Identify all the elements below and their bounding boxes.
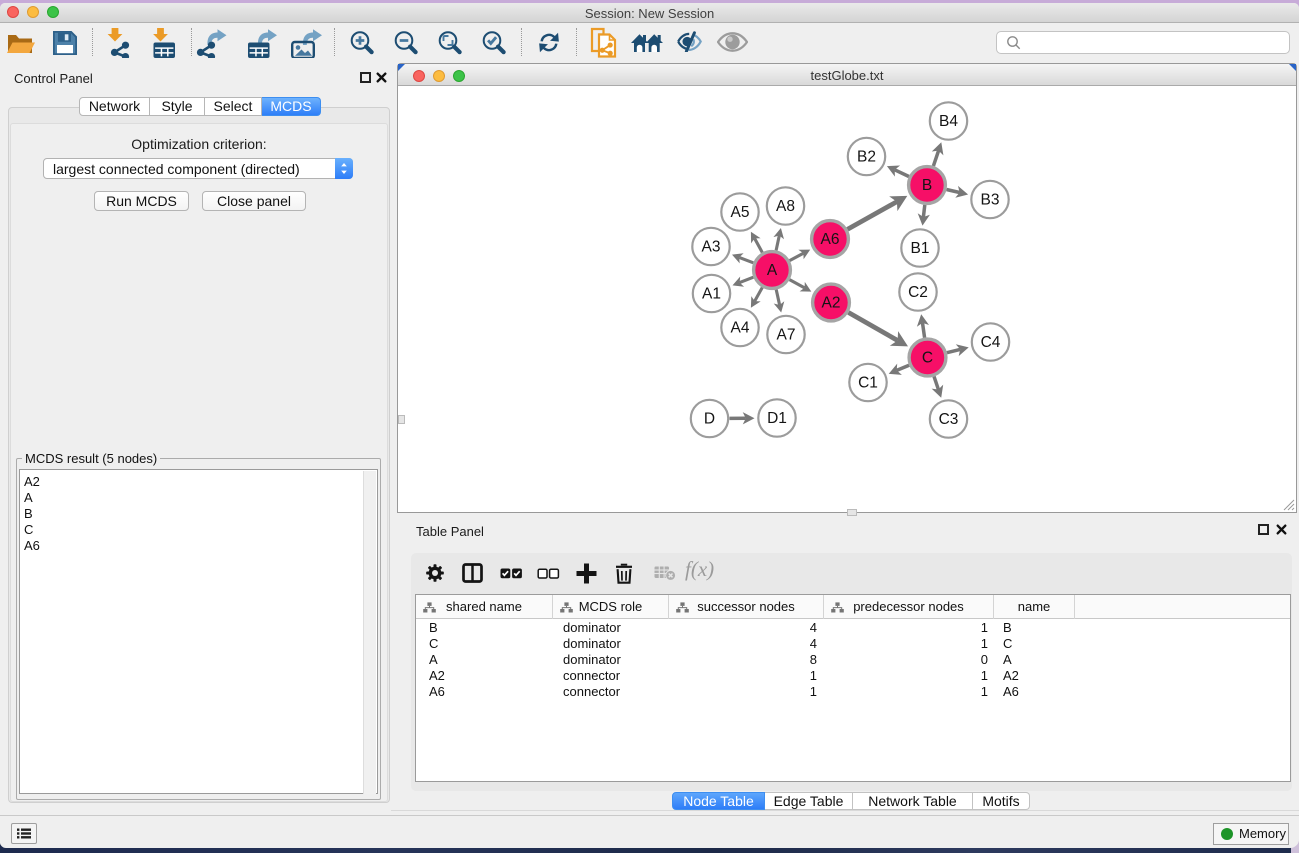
svg-text:B: B <box>922 177 932 194</box>
svg-text:A: A <box>767 262 778 279</box>
svg-text:A5: A5 <box>731 204 750 221</box>
svg-text:B1: B1 <box>911 240 930 257</box>
svg-text:D1: D1 <box>767 410 787 427</box>
svg-text:B4: B4 <box>939 113 958 130</box>
svg-text:D: D <box>704 411 715 428</box>
svg-text:C1: C1 <box>858 375 878 392</box>
svg-text:C3: C3 <box>939 411 959 428</box>
svg-text:A1: A1 <box>702 286 721 303</box>
svg-text:A8: A8 <box>776 198 795 215</box>
svg-text:C: C <box>922 350 933 367</box>
svg-text:A7: A7 <box>777 327 796 344</box>
svg-text:B2: B2 <box>857 149 876 166</box>
svg-text:A2: A2 <box>822 295 841 312</box>
svg-text:A3: A3 <box>702 239 721 256</box>
svg-text:A6: A6 <box>821 231 840 248</box>
svg-text:C4: C4 <box>981 334 1001 351</box>
svg-text:C2: C2 <box>908 284 928 301</box>
svg-text:A4: A4 <box>731 320 750 337</box>
svg-text:B3: B3 <box>981 192 1000 209</box>
